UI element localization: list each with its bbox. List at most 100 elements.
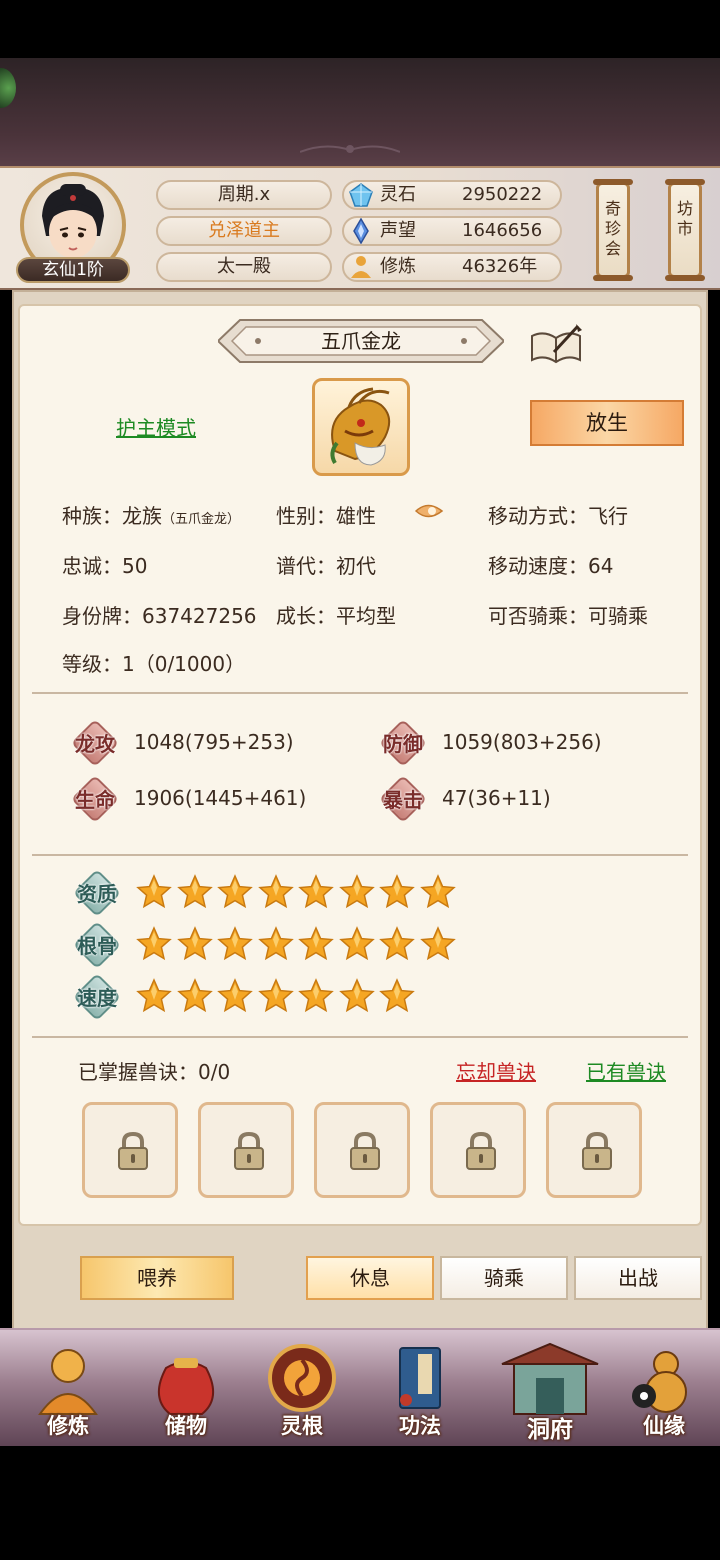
nav-storage[interactable]: 储物	[136, 1338, 236, 1442]
divider	[32, 854, 688, 856]
stat-label: 龙攻	[75, 732, 115, 756]
treasure-market-scroll[interactable]: 奇 珍 会	[593, 179, 633, 281]
rename-book-icon[interactable]	[528, 322, 584, 366]
speed-badge: 速度	[72, 972, 122, 1022]
forget-skill-link[interactable]: 忘却兽诀	[456, 1056, 536, 1085]
resource-cultivation[interactable]: 修炼 46326年	[342, 252, 562, 282]
skill-slot[interactable]	[546, 1102, 642, 1198]
star-icon	[257, 874, 294, 910]
star-icon	[176, 926, 213, 962]
golden-dragon-icon	[330, 387, 391, 466]
star-icon	[379, 926, 415, 962]
nav-spirit-root[interactable]: 灵根	[252, 1338, 352, 1442]
star-icon	[257, 926, 294, 962]
star-icon	[298, 926, 334, 962]
gourd-icon	[632, 1351, 687, 1413]
system-nav-area	[0, 1446, 720, 1560]
nav-cultivate[interactable]: 修炼	[18, 1338, 118, 1442]
star-icon	[136, 874, 172, 910]
nav-destiny[interactable]: 仙缘	[614, 1338, 714, 1442]
star-icon	[257, 978, 294, 1014]
star-icon	[217, 874, 253, 910]
meditation-icon	[351, 256, 371, 278]
pavilion-icon	[501, 1342, 599, 1415]
lock-icon	[118, 1131, 148, 1170]
resource-spirit-stone[interactable]: 灵石 2950222	[342, 180, 562, 210]
star-icon	[379, 874, 415, 910]
star-icon	[379, 978, 415, 1014]
growth-info: 成长：平均型	[276, 604, 396, 628]
skill-slot[interactable]	[314, 1102, 410, 1198]
bone-badge: 根骨	[72, 920, 122, 970]
spirit-stone-icon	[349, 183, 373, 207]
lock-icon	[234, 1131, 264, 1170]
star-icon	[217, 978, 253, 1014]
status-bar	[0, 0, 720, 58]
release-button[interactable]: 放生	[530, 400, 684, 446]
prestige-crystal-icon	[353, 218, 369, 244]
battle-button[interactable]: 出战	[574, 1256, 702, 1300]
race-info: 种族：龙族（五爪金龙）	[62, 500, 240, 529]
star-icon	[419, 874, 456, 910]
aptitude-badge: 资质	[72, 868, 122, 918]
nav-label: 洞府	[527, 1417, 573, 1443]
resource-value: 46326年	[462, 256, 538, 277]
skill-slot[interactable]	[198, 1102, 294, 1198]
race-sub: （五爪金龙）	[162, 512, 241, 527]
lock-icon	[350, 1131, 380, 1170]
star-icon	[217, 926, 253, 962]
ride-button[interactable]: 骑乘	[440, 1256, 568, 1300]
stat-label: 暴击	[383, 788, 423, 812]
title-pill-dao[interactable]: 兑泽道主	[156, 216, 332, 246]
star-icon	[298, 978, 334, 1014]
star-icon	[176, 978, 213, 1014]
crit-badge: 暴击	[378, 774, 428, 824]
resource-prestige[interactable]: 声望 1646656	[342, 216, 562, 246]
rest-button[interactable]: 休息	[306, 1256, 434, 1300]
resource-name: 声望	[380, 220, 416, 241]
scripture-book-icon	[399, 1347, 441, 1409]
move-type-info: 移动方式：飞行	[488, 504, 628, 528]
rating-label: 根骨	[77, 934, 117, 958]
resource-value: 2950222	[462, 184, 543, 205]
skill-slot[interactable]	[430, 1102, 526, 1198]
lock-icon	[582, 1131, 612, 1170]
skill-slot[interactable]	[82, 1102, 178, 1198]
generation-info: 谱代：初代	[276, 554, 376, 578]
gender-arrow-icon[interactable]	[414, 496, 446, 526]
aptitude-stars	[136, 874, 460, 914]
feed-button[interactable]: 喂养	[80, 1256, 234, 1300]
star-icon	[338, 874, 375, 910]
divider	[32, 1036, 688, 1038]
rating-label: 资质	[77, 882, 117, 906]
scene-backdrop	[0, 58, 720, 168]
title-pill-cycle[interactable]: 周期.x	[156, 180, 332, 210]
life-badge: 生命	[70, 774, 120, 824]
resource-name: 灵石	[380, 184, 416, 205]
stat-label: 生命	[75, 788, 115, 812]
guard-mode-link[interactable]: 护主模式	[116, 412, 196, 441]
monk-icon	[38, 1349, 98, 1415]
nav-label: 灵根	[281, 1414, 323, 1438]
nav-cave[interactable]: 洞府	[490, 1338, 610, 1443]
lock-icon	[466, 1131, 496, 1170]
nav-label: 功法	[399, 1414, 441, 1438]
level-info: 等级：1（0/1000）	[62, 652, 246, 676]
rideable-info: 可否骑乘：可骑乘	[488, 604, 648, 628]
attack-badge: 龙攻	[70, 718, 120, 768]
bazaar-scroll[interactable]: 坊 市	[665, 179, 705, 281]
rank-badge: 玄仙1阶	[16, 257, 130, 283]
owned-skill-link[interactable]: 已有兽诀	[586, 1056, 666, 1085]
nav-technique[interactable]: 功法	[370, 1338, 470, 1442]
divider	[32, 692, 688, 694]
treasure-bag-icon	[158, 1358, 214, 1415]
stat-label: 防御	[383, 732, 423, 756]
star-icon	[298, 874, 334, 910]
race-label: 种族：龙族	[62, 504, 162, 528]
spirit-root-icon	[268, 1344, 336, 1412]
pet-portrait[interactable]	[312, 378, 410, 476]
title-pill-sect[interactable]: 太一殿	[156, 252, 332, 282]
nav-label: 储物	[165, 1414, 207, 1438]
resource-value: 1646656	[462, 220, 543, 241]
rating-label: 速度	[77, 986, 117, 1010]
